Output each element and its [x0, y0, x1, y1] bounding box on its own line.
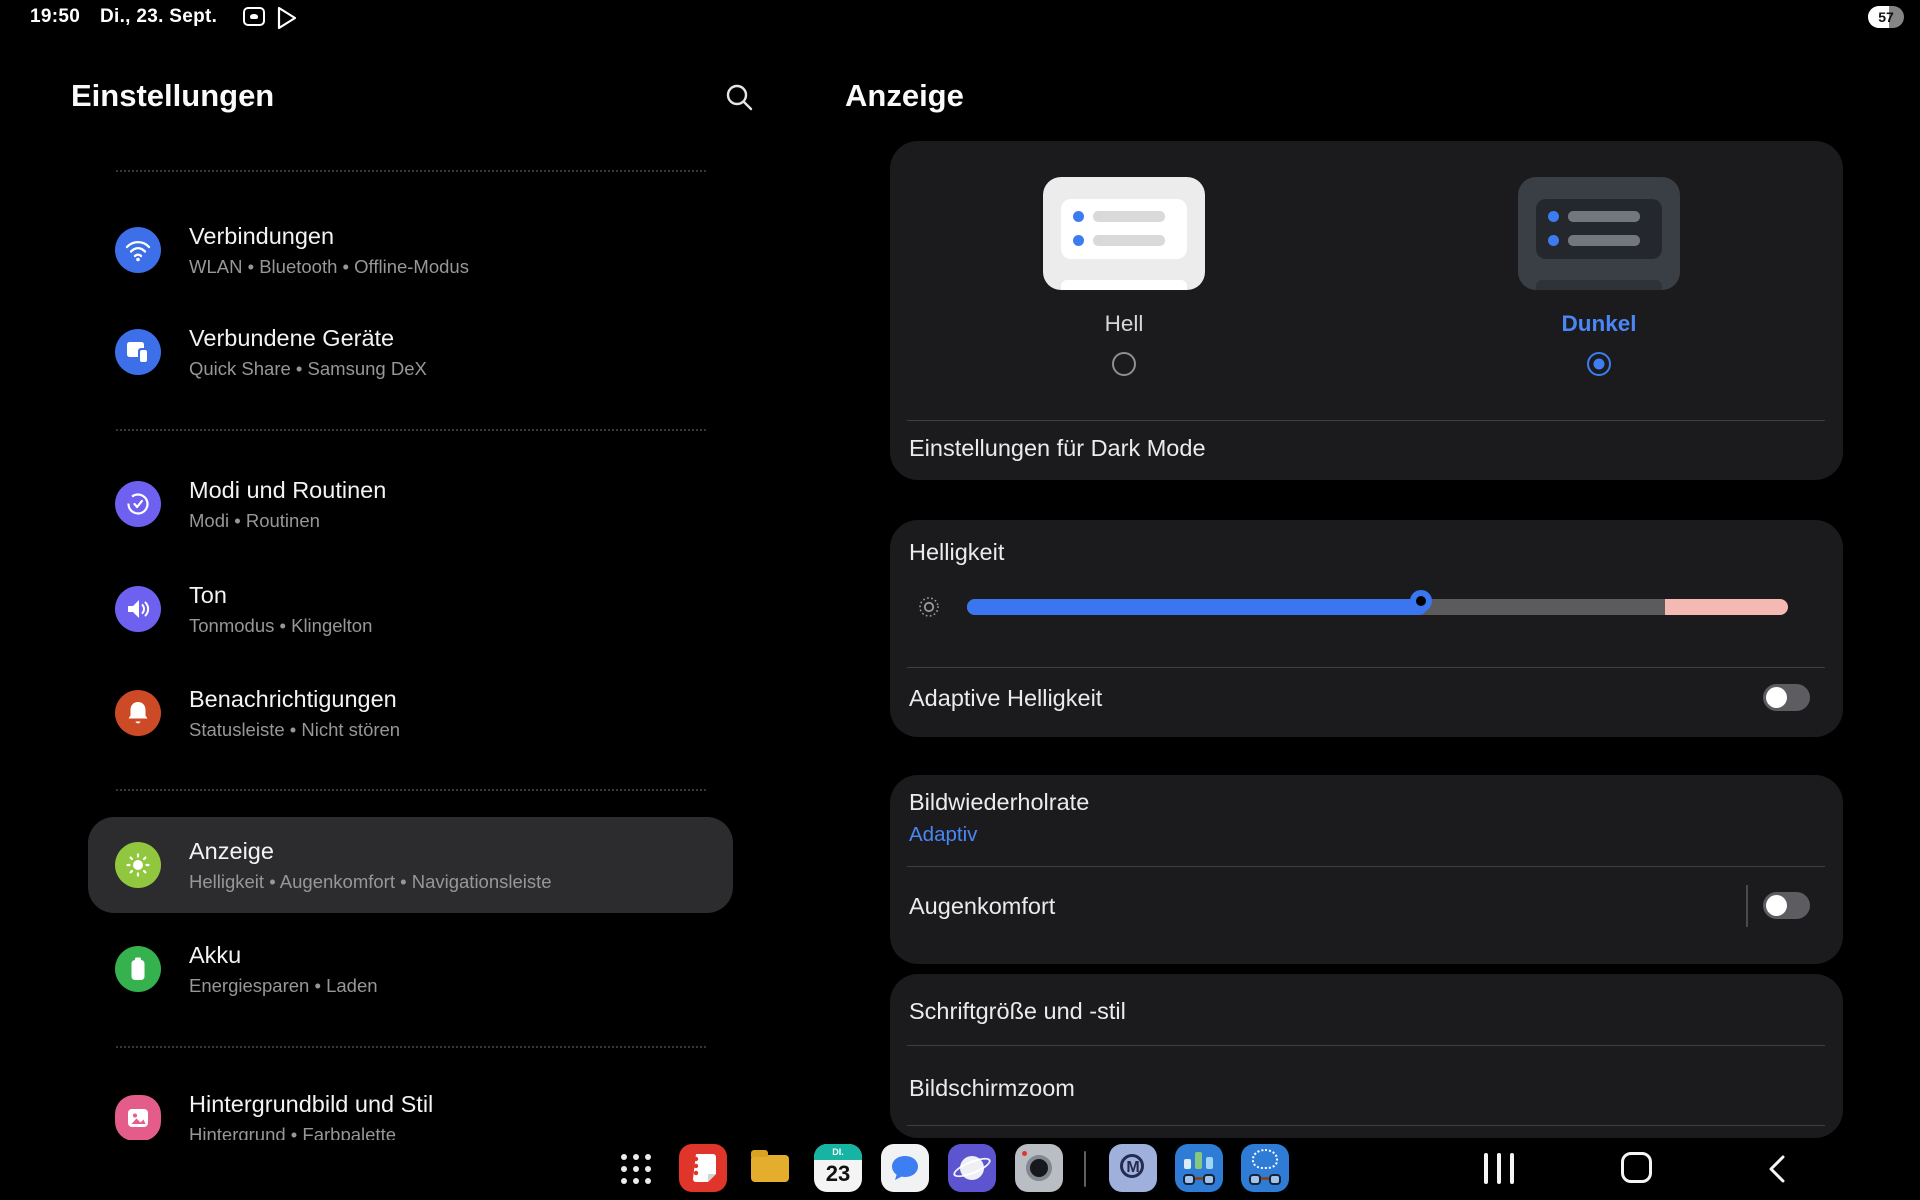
item-title: Verbundene Geräte — [189, 325, 427, 352]
devices-icon — [115, 329, 161, 375]
clock: 19:50 — [30, 6, 80, 28]
screen-zoom-row[interactable]: Bildschirmzoom — [909, 1075, 1075, 1102]
messages-app-icon[interactable] — [881, 1144, 929, 1192]
my-files-app-icon[interactable] — [746, 1144, 794, 1192]
light-mode-preview — [1043, 177, 1205, 290]
eye-comfort-label[interactable]: Augenkomfort — [909, 893, 1055, 920]
brightness-card: Helligkeit Adaptive Helligkeit — [890, 520, 1843, 737]
divider — [907, 866, 1825, 867]
slider-filled-segment — [967, 599, 1427, 615]
home-button[interactable] — [1621, 1152, 1652, 1183]
app-drawer-button[interactable] — [621, 1154, 651, 1184]
eye-comfort-toggle[interactable] — [1763, 892, 1810, 919]
sidebar-item-verbindungen[interactable]: Verbindungen WLAN • Bluetooth • Offline-… — [88, 202, 733, 298]
modes-icon — [115, 481, 161, 527]
battery-percent: 57 — [1868, 6, 1904, 28]
refresh-rate-row[interactable]: Bildwiederholrate — [909, 789, 1089, 816]
item-subtitle: Quick Share • Samsung DeX — [189, 359, 427, 379]
benchmark-ai-app-icon[interactable] — [1241, 1144, 1289, 1192]
dark-mode-radio[interactable] — [1587, 352, 1611, 376]
divider — [907, 1125, 1825, 1126]
calendar-app-icon[interactable]: DI. 23 — [814, 1144, 862, 1192]
battery-indicator: 57 — [1868, 6, 1904, 28]
brightness-title: Helligkeit — [909, 539, 1004, 566]
bell-icon — [115, 690, 161, 736]
sound-icon — [115, 586, 161, 632]
date: Di., 23. Sept. — [100, 6, 217, 28]
taskbar: DI. 23 M — [0, 1140, 1920, 1200]
screen-capture-icon — [243, 7, 265, 26]
item-subtitle: WLAN • Bluetooth • Offline-Modus — [189, 257, 469, 277]
divider — [116, 429, 706, 431]
divider — [116, 789, 706, 791]
sidebar-item-verbundene-geraete[interactable]: Verbundene Geräte Quick Share • Samsung … — [88, 304, 733, 400]
calendar-date: 23 — [814, 1161, 862, 1187]
page-title: Einstellungen — [71, 78, 274, 114]
monogram-app-icon[interactable]: M — [1109, 1144, 1157, 1192]
refresh-rate-card: Bildwiederholrate Adaptiv Augenkomfort — [890, 775, 1843, 964]
wallpaper-icon — [115, 1095, 161, 1140]
screen-mode-card: Hell Dunkel Einstellungen für Dark Mode — [890, 141, 1843, 480]
taskbar-separator — [1084, 1151, 1086, 1187]
display-icon — [115, 842, 161, 888]
status-bar: 19:50 Di., 23. Sept. 57 — [0, 0, 1920, 36]
item-subtitle: Helligkeit • Augenkomfort • Navigationsl… — [189, 872, 552, 892]
item-subtitle: Tonmodus • Klingelton — [189, 616, 372, 636]
internet-app-icon[interactable] — [948, 1144, 996, 1192]
sidebar-item-akku[interactable]: Akku Energiesparen • Laden — [88, 921, 733, 1017]
item-title: Anzeige — [189, 838, 552, 865]
dark-mode-option[interactable]: Dunkel — [1479, 177, 1719, 376]
divider — [116, 1046, 706, 1048]
slider-thumb[interactable] — [1410, 590, 1432, 612]
search-icon[interactable] — [724, 82, 754, 112]
item-title: Modi und Routinen — [189, 477, 386, 504]
divider — [907, 667, 1825, 668]
item-subtitle: Energiesparen • Laden — [189, 976, 378, 996]
item-subtitle: Statusleiste • Nicht stören — [189, 720, 400, 740]
sidebar-item-anzeige[interactable]: Anzeige Helligkeit • Augenkomfort • Navi… — [88, 817, 733, 913]
sidebar-item-benachrichtigungen[interactable]: Benachrichtigungen Statusleiste • Nicht … — [88, 665, 733, 761]
camera-app-icon[interactable] — [1015, 1144, 1063, 1192]
item-subtitle: Hintergrund • Farbpalette — [189, 1125, 433, 1140]
dark-mode-preview — [1518, 177, 1680, 290]
adaptive-brightness-label: Adaptive Helligkeit — [909, 685, 1102, 712]
adaptive-brightness-toggle[interactable] — [1763, 684, 1810, 711]
row-separator — [1746, 885, 1748, 927]
benchmark-app-icon[interactable] — [1175, 1144, 1223, 1192]
item-title: Ton — [189, 582, 372, 609]
font-zoom-card: Schriftgröße und -stil Bildschirmzoom — [890, 974, 1843, 1138]
divider — [116, 170, 706, 172]
item-title: Verbindungen — [189, 223, 469, 250]
notes-app-icon[interactable] — [679, 1144, 727, 1192]
dark-mode-settings-row[interactable]: Einstellungen für Dark Mode — [909, 435, 1206, 462]
item-title: Akku — [189, 942, 378, 969]
recents-button[interactable] — [1484, 1153, 1514, 1184]
battery-icon — [115, 946, 161, 992]
sidebar-item-hintergrundbild[interactable]: Hintergrundbild und Stil Hintergrund • F… — [88, 1070, 733, 1140]
sidebar-item-modi-routinen[interactable]: Modi und Routinen Modi • Routinen — [88, 456, 733, 552]
play-store-icon — [276, 6, 298, 30]
light-mode-option[interactable]: Hell — [1004, 177, 1244, 376]
divider — [907, 1045, 1825, 1046]
wifi-icon — [115, 227, 161, 273]
refresh-rate-value: Adaptiv — [909, 823, 977, 847]
settings-sidebar: Einstellungen Verbindungen WLAN • Blueto… — [0, 36, 800, 1140]
light-mode-radio[interactable] — [1112, 352, 1136, 376]
item-title: Benachrichtigungen — [189, 686, 400, 713]
divider — [907, 420, 1825, 421]
section-title: Anzeige — [845, 78, 964, 114]
brightness-slider[interactable] — [967, 599, 1788, 615]
item-title: Hintergrundbild und Stil — [189, 1091, 433, 1118]
light-mode-label: Hell — [1105, 311, 1144, 337]
calendar-day: DI. — [814, 1144, 862, 1160]
brightness-sun-icon — [917, 595, 941, 619]
back-button[interactable] — [1763, 1152, 1791, 1186]
font-size-row[interactable]: Schriftgröße und -stil — [909, 998, 1126, 1025]
dark-mode-label: Dunkel — [1561, 311, 1636, 337]
item-subtitle: Modi • Routinen — [189, 511, 386, 531]
sidebar-item-ton[interactable]: Ton Tonmodus • Klingelton — [88, 561, 733, 657]
